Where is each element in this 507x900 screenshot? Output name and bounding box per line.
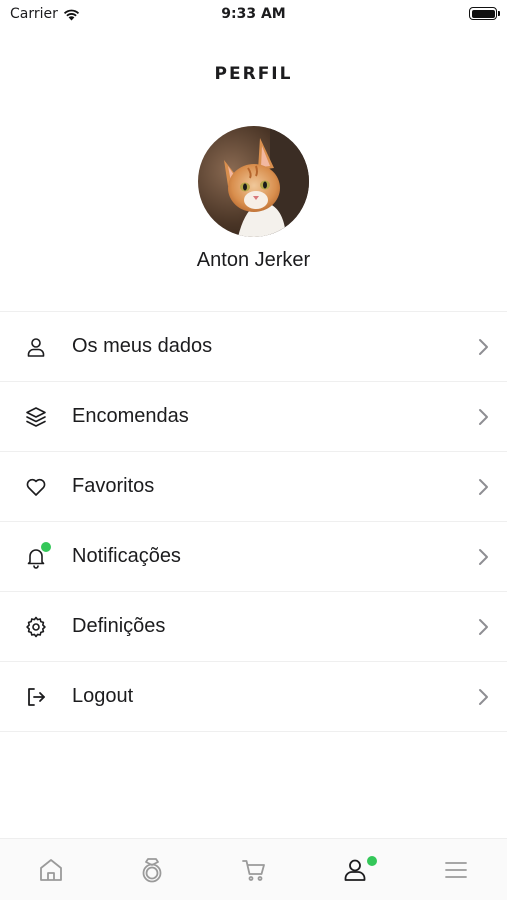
menu-item-orders[interactable]: Encomendas xyxy=(0,382,507,452)
profile-menu: Os meus dados Encomendas Favoritos Notif… xyxy=(0,311,507,732)
menu-item-label: Os meus dados xyxy=(72,335,213,357)
menu-item-favorites[interactable]: Favoritos xyxy=(0,452,507,522)
chevron-right-icon xyxy=(479,549,488,565)
user-name: Anton Jerker xyxy=(196,249,311,271)
menu-item-label: Logout xyxy=(72,685,134,707)
hamburger-menu-icon xyxy=(445,861,468,878)
home-icon xyxy=(39,858,62,881)
status-bar: Carrier 9:33 AM xyxy=(0,0,507,28)
user-icon xyxy=(27,338,45,357)
menu-item-logout[interactable]: Logout xyxy=(0,662,507,732)
profile-icon xyxy=(344,859,366,881)
logout-icon xyxy=(28,688,45,706)
chevron-right-icon xyxy=(479,619,488,635)
tab-profile[interactable] xyxy=(304,839,405,900)
menu-item-label: Favoritos xyxy=(72,475,155,497)
tab-ring[interactable] xyxy=(101,839,202,900)
menu-item-my-data[interactable]: Os meus dados xyxy=(0,312,507,382)
chevron-right-icon xyxy=(479,689,488,705)
tab-menu[interactable] xyxy=(406,839,507,900)
menu-item-notifications[interactable]: Notificações xyxy=(0,522,507,592)
chevron-right-icon xyxy=(479,339,488,355)
menu-item-label: Notificações xyxy=(72,545,181,567)
heart-icon xyxy=(26,478,46,496)
gear-icon xyxy=(26,616,46,638)
cat-photo xyxy=(198,126,309,237)
menu-item-label: Encomendas xyxy=(72,405,189,427)
menu-item-label: Definições xyxy=(72,615,166,637)
layers-icon xyxy=(26,407,46,427)
notification-badge xyxy=(40,541,52,553)
chevron-right-icon xyxy=(479,479,488,495)
avatar[interactable] xyxy=(198,126,309,237)
ring-icon xyxy=(142,857,162,882)
tab-cart[interactable] xyxy=(203,839,304,900)
menu-item-settings[interactable]: Definições xyxy=(0,592,507,662)
page-title: PERFIL xyxy=(214,64,293,84)
chevron-right-icon xyxy=(479,409,488,425)
status-time: 9:33 AM xyxy=(221,6,286,22)
cart-icon xyxy=(241,859,265,881)
tab-bar xyxy=(0,838,507,900)
battery-icon xyxy=(469,7,500,20)
profile-badge xyxy=(366,855,379,867)
tab-home[interactable] xyxy=(0,839,101,900)
